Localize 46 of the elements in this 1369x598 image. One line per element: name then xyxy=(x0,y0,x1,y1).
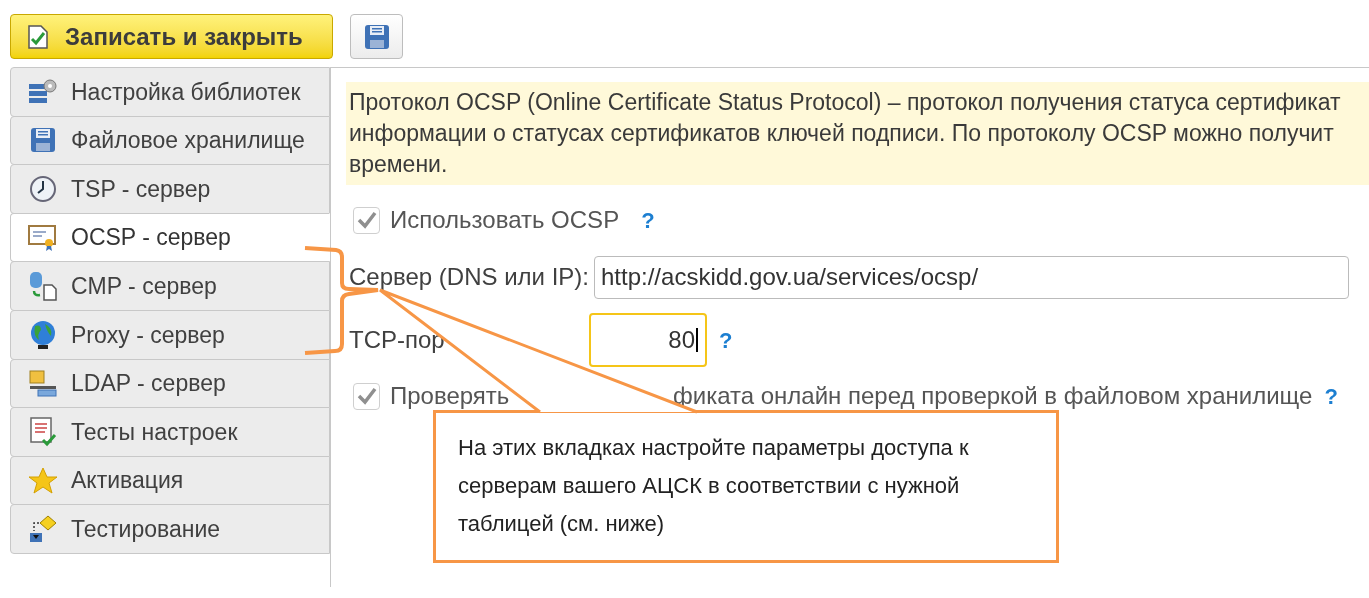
tab-label: OCSP - сервер xyxy=(71,223,231,253)
tab-label: CMP - сервер xyxy=(71,271,217,301)
field-label: Сервер (DNS или IP): xyxy=(349,262,591,292)
checkbox-label: фиката онлайн перед проверкой в файловом хранилище xyxy=(673,381,1313,411)
save-button[interactable] xyxy=(350,14,403,59)
check-icon xyxy=(356,211,377,229)
tab[interactable]: Proxy - сервер xyxy=(10,309,330,360)
certificate-icon xyxy=(28,223,58,252)
help-link[interactable]: ? xyxy=(719,323,733,357)
tab[interactable]: Активация xyxy=(10,455,330,506)
tab[interactable]: Тесты настроек xyxy=(10,407,330,457)
tab[interactable]: Настройка библиотек xyxy=(10,67,330,117)
port-field[interactable]: 80 xyxy=(589,313,707,367)
folder-list-icon xyxy=(28,369,58,398)
tab[interactable]: OCSP - сервер xyxy=(10,212,330,263)
checkbox-label: Проверять xyxy=(390,381,510,411)
tab[interactable]: Файловое хранилище xyxy=(10,115,330,166)
check-icon xyxy=(356,387,377,405)
callout-text: На этих вкладках настройте параметры доступа к серверам вашего АЦСК в соответствии с нужной таблицей (см. ниже) xyxy=(458,434,970,538)
database-document-icon xyxy=(28,271,58,302)
clock-icon xyxy=(29,175,57,203)
checklist-icon xyxy=(29,416,57,447)
tab-label: Файловое хранилище xyxy=(71,126,305,156)
server-gear-icon xyxy=(28,78,58,105)
star-icon xyxy=(28,466,58,495)
tab[interactable]: LDAP - сервер xyxy=(10,358,330,409)
tab-label: Настройка библиотек xyxy=(71,77,301,107)
port-value: 80 xyxy=(668,325,695,355)
tab-label: Активация xyxy=(71,466,184,496)
tab-label: TSP - сервер xyxy=(71,174,211,204)
document-check-icon xyxy=(27,24,49,49)
tab-label: Тестирование xyxy=(71,514,221,544)
tab[interactable]: CMP - сервер xyxy=(10,261,330,311)
info-text: Протокол OCSP (Online Certificate Status Protocol) – протокол получения статуса сертификат информации о статусах сертификатов ключей подписи. По протоколу OCSP можно получит времени. xyxy=(349,88,1342,179)
field-label: TCP-пор xyxy=(349,325,446,355)
tab[interactable]: Тестирование xyxy=(10,504,330,554)
globe-icon xyxy=(29,319,57,350)
save-close-button[interactable]: Записать и закрыть xyxy=(10,14,333,59)
flow-diagram-icon xyxy=(28,515,58,544)
text-cursor xyxy=(696,328,698,352)
server-field[interactable]: http://acskidd.gov.ua/services/ocsp/ xyxy=(594,255,1349,299)
tab-label: LDAP - сервер xyxy=(71,369,226,399)
tab-label: Proxy - сервер xyxy=(71,320,225,350)
tab-label: Тесты настроек xyxy=(71,417,238,447)
tab[interactable]: TSP - сервер xyxy=(10,164,330,214)
checkbox-label: Использовать OCSP xyxy=(390,205,620,235)
